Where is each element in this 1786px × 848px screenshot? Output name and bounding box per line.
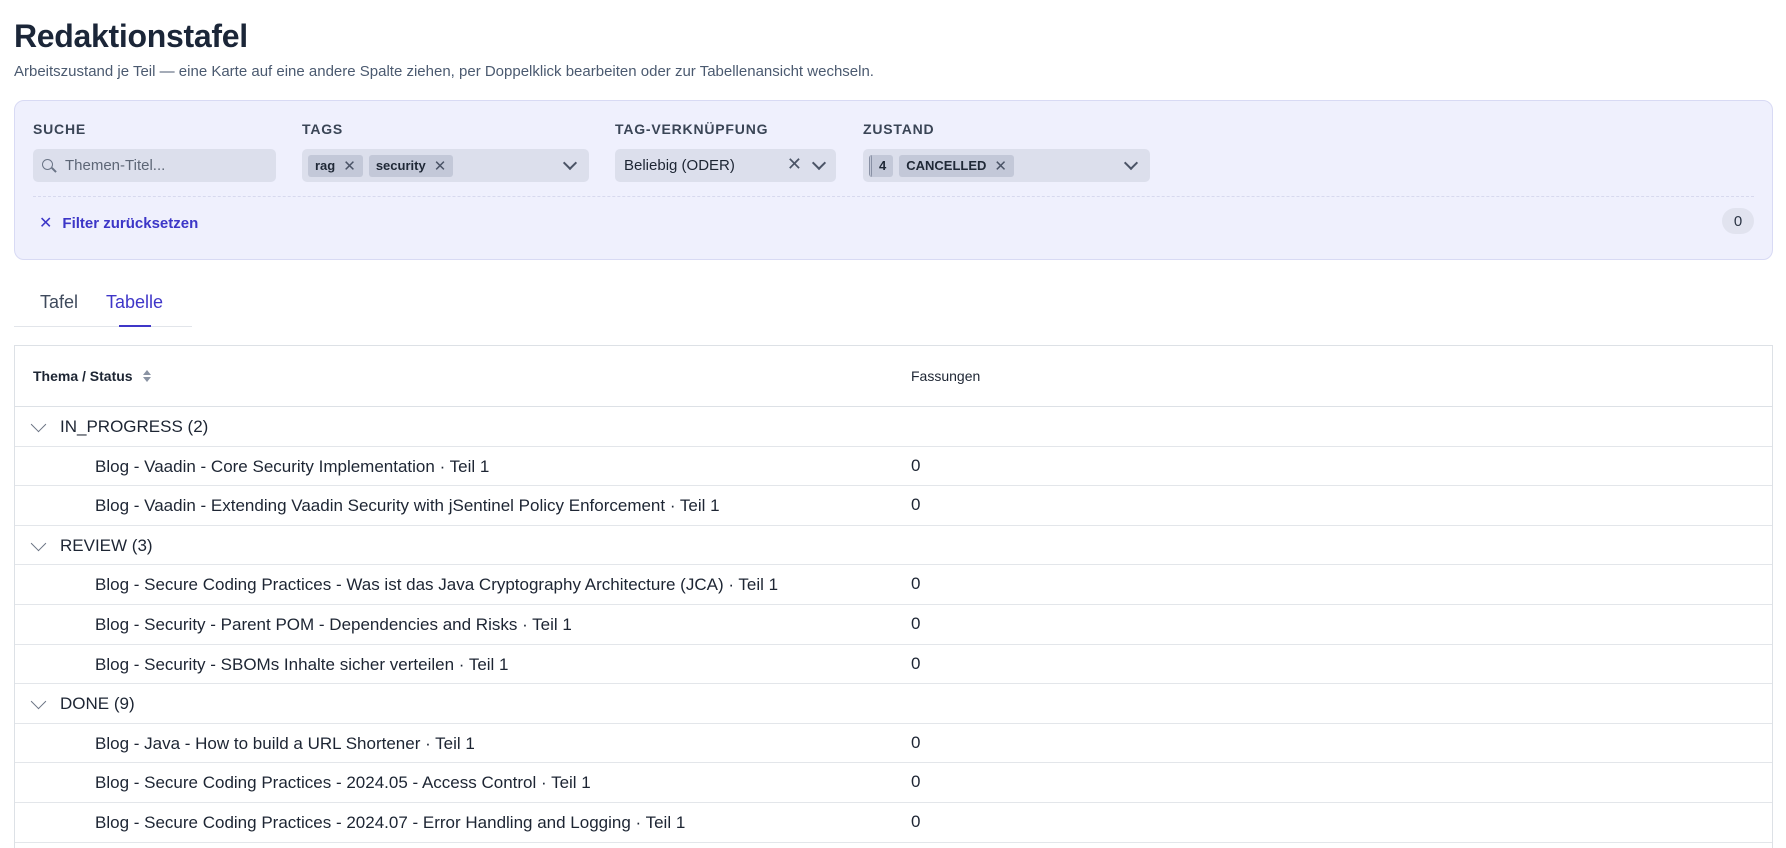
divider (33, 196, 1754, 197)
topic-title: Blog - Java - How to build a URL Shorten… (95, 733, 475, 753)
table-row[interactable]: Blog - Secure Coding Practices - 2024.07… (15, 803, 1772, 843)
table-row[interactable]: Blog - Secure Coding Practices - 2024.05… (15, 763, 1772, 803)
table-row[interactable]: Blog - Java - How to build a URL Shorten… (15, 724, 1772, 764)
group-label: REVIEW (3) (60, 535, 153, 555)
chevron-down-icon[interactable] (30, 693, 47, 710)
topic-title: Blog - Secure Coding Practices - Was ist… (95, 575, 779, 595)
topics-table: Thema / Status Fassungen IN_PROGRESS (2)… (14, 345, 1773, 848)
tag-chip-security[interactable]: security ✕ (368, 154, 454, 177)
table-header: Thema / Status Fassungen (15, 346, 1772, 407)
topic-title: Blog - Vaadin - Core Security Implementa… (95, 456, 490, 476)
table-row[interactable]: Blog - Vaadin - Core Security Implementa… (15, 447, 1772, 487)
group-label: IN_PROGRESS (2) (60, 417, 209, 436)
state-filter: ZUSTAND 4 CANCELLED ✕ (863, 121, 1150, 182)
search-label: SUCHE (33, 121, 87, 137)
group-row-in-progress[interactable]: IN_PROGRESS (2) (15, 407, 1772, 447)
tags-filter: TAGS rag ✕ security ✕ (302, 121, 589, 182)
column-header-topic[interactable]: Thema / Status (33, 368, 151, 384)
versions-count: 0 (911, 811, 921, 831)
remove-tag-icon[interactable]: ✕ (434, 157, 447, 175)
table-row[interactable]: Blog - Security - Parent POM - Dependenc… (15, 605, 1772, 645)
topic-title: Blog - Vaadin - Extending Vaadin Securit… (95, 496, 720, 516)
tag-chip-label: rag (315, 158, 336, 173)
reset-filters-label: Filter zurücksetzen (62, 214, 199, 232)
chevron-down-icon[interactable] (811, 155, 827, 171)
versions-count: 0 (911, 574, 921, 594)
page-subtitle: Arbeitszustand je Teil — eine Karte auf … (14, 63, 874, 80)
versions-count: 0 (911, 772, 921, 792)
tags-label: TAGS (302, 121, 344, 137)
group-row-review[interactable]: REVIEW (3) (15, 526, 1772, 566)
reset-filters-button[interactable]: ✕ Filter zurücksetzen (39, 213, 198, 233)
chevron-down-icon[interactable] (30, 535, 47, 552)
table-row[interactable]: Blog - Security - SBOMs Inhalte sicher v… (15, 645, 1772, 685)
search-placeholder: Themen-Titel... (65, 157, 166, 174)
tag-link-label: TAG-VERKNÜPFUNG (615, 121, 769, 137)
tag-link-filter: TAG-VERKNÜPFUNG Beliebig (ODER) ✕ (615, 121, 836, 182)
page-title: Redaktionstafel (14, 18, 248, 54)
view-tabs: Tafel Tabelle (14, 282, 192, 327)
search-icon (41, 158, 57, 174)
tag-link-value: Beliebig (ODER) (624, 157, 735, 174)
chevron-down-icon[interactable] (30, 416, 47, 433)
column-header-label: Thema / Status (33, 368, 133, 384)
tab-tabelle[interactable]: Tabelle (106, 292, 163, 313)
versions-count: 0 (911, 653, 921, 673)
topic-title: Blog - Security - Parent POM - Dependenc… (95, 614, 572, 634)
chevron-down-icon[interactable] (1123, 155, 1139, 171)
clear-icon[interactable]: ✕ (787, 154, 802, 175)
state-chip-cancelled[interactable]: CANCELLED ✕ (899, 154, 1014, 177)
state-label: ZUSTAND (863, 121, 935, 137)
result-count-badge: 0 (1722, 208, 1754, 234)
state-count-chip[interactable]: 4 (869, 154, 894, 177)
search-input[interactable]: Themen-Titel... (33, 149, 276, 182)
filter-panel: SUCHE Themen-Titel... TAGS rag ✕ securit… (14, 100, 1773, 260)
topic-title: Blog - Secure Coding Practices - 2024.05… (95, 773, 591, 793)
sort-icon[interactable] (142, 369, 151, 383)
active-tab-indicator (119, 325, 151, 327)
state-select[interactable]: 4 CANCELLED ✕ (863, 149, 1150, 182)
tag-chip-label: security (375, 158, 426, 173)
group-row-done[interactable]: DONE (9) (15, 684, 1772, 724)
group-label: DONE (9) (60, 694, 135, 714)
tags-select[interactable]: rag ✕ security ✕ (302, 149, 589, 182)
remove-state-icon[interactable]: ✕ (994, 157, 1007, 175)
topic-title: Blog - Security - SBOMs Inhalte sicher v… (95, 654, 509, 674)
tag-link-select[interactable]: Beliebig (ODER) ✕ (615, 149, 836, 182)
table-row[interactable]: Blog - Secure Coding Practices - Was ist… (15, 565, 1772, 605)
table-row[interactable]: Blog - Vaadin - Extending Vaadin Securit… (15, 486, 1772, 526)
topic-title: Blog - Secure Coding Practices - 2024.07… (95, 812, 686, 832)
versions-count: 0 (911, 455, 921, 475)
search-filter: SUCHE Themen-Titel... (33, 121, 276, 182)
column-header-versions: Fassungen (911, 368, 981, 384)
versions-count: 0 (911, 495, 921, 515)
versions-count: 0 (911, 613, 921, 633)
page: Redaktionstafel Arbeitszustand je Teil —… (0, 0, 1786, 848)
chevron-down-icon[interactable] (562, 155, 578, 171)
tab-tafel[interactable]: Tafel (40, 292, 78, 313)
versions-count: 0 (911, 732, 921, 752)
close-icon: ✕ (39, 215, 53, 232)
remove-tag-icon[interactable]: ✕ (343, 157, 356, 175)
state-chip-label: CANCELLED (906, 158, 987, 173)
tag-chip-rag[interactable]: rag ✕ (308, 154, 363, 177)
